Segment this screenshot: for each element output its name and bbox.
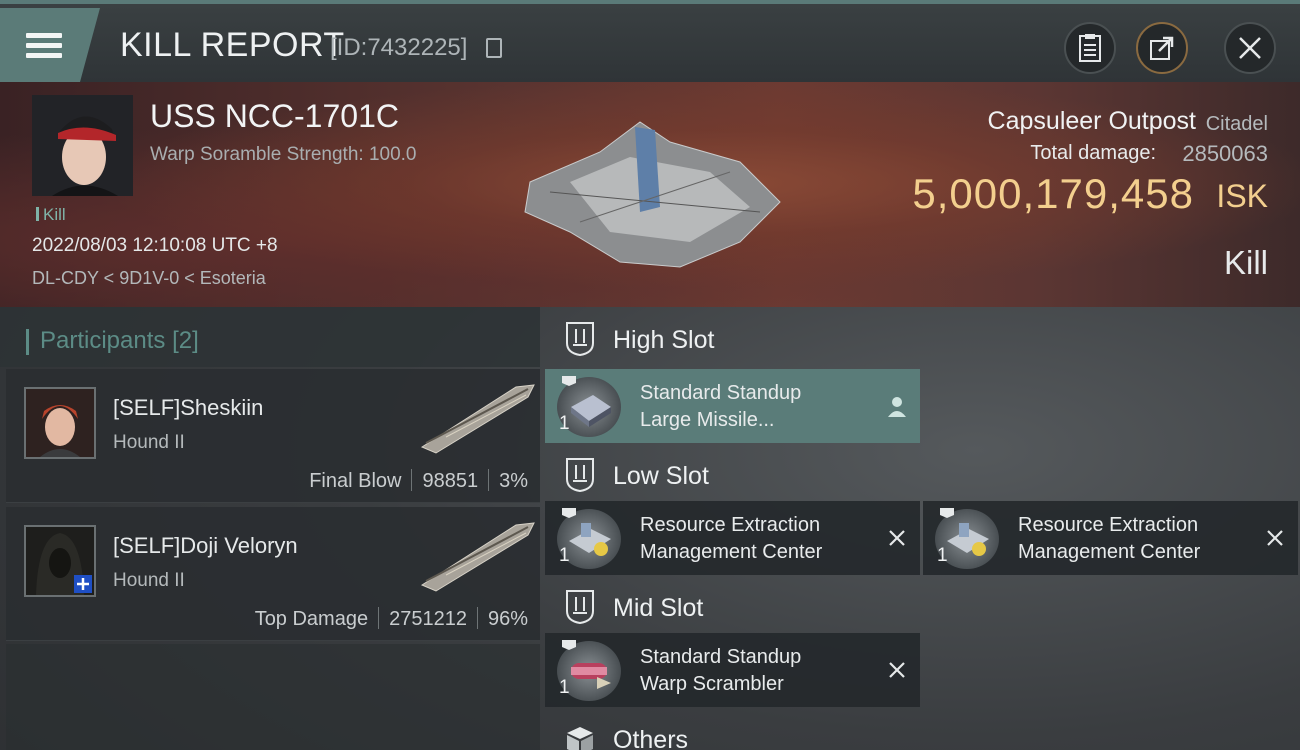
ship-image [420,522,535,592]
module-name: Standard Standup Warp Scrambler [640,646,802,695]
module-item[interactable]: 1 Resource Extraction Management Center [545,501,920,575]
avatar [24,387,96,459]
participant-ship: Hound II [113,432,185,453]
low-slot-icon [566,458,594,493]
close-icon[interactable] [884,657,910,683]
isk-value: 5,000,179,458 [912,170,1194,217]
person-icon[interactable] [884,393,910,419]
top-bar: KILL REPORT [ID:7432225] [0,0,1300,82]
ship-image [420,384,535,454]
fitting-panel: High Slot 1 Standard Standup Large Missil… [545,307,1300,750]
tech-badge-icon [562,640,576,650]
high-slot-label: High Slot [613,326,715,354]
participant-stats: Final Blow 98851 3% [309,469,528,493]
participant-ship: Hound II [113,570,185,591]
structure-image [524,121,781,268]
clipboard-button[interactable] [1064,22,1116,74]
close-icon[interactable] [884,525,910,551]
module-item[interactable]: 1 Standard Standup Warp Scrambler [545,633,920,707]
participant-row[interactable]: [SELF]Doji Veloryn Hound II Top Damage 27… [6,507,540,641]
tech-badge-icon [940,508,954,518]
high-slot-header: High Slot [545,307,1300,369]
module-count: 1 [937,545,948,566]
mid-slot-header: Mid Slot [545,575,1300,637]
share-icon [1150,36,1174,60]
participant-stats: Top Damage 2751212 96% [255,607,528,631]
victim-ship-name: USS NCC-1701C [150,98,399,134]
pilot-avatar [32,95,133,196]
module-count: 1 [559,677,570,698]
mid-slot-icon [566,590,594,625]
low-slot-header: Low Slot [545,443,1300,505]
high-slot-icon [566,322,594,357]
participant-percent: 3% [499,470,528,492]
participant-row[interactable]: [SELF]Sheskiin Hound II Final Blow 98851 3… [6,369,540,503]
report-id: [ID:7432225] [330,34,468,61]
kill-location[interactable]: DL-CDY < 9D1V-0 < Esoteria [32,268,266,289]
participants-header: Participants [2] [0,307,540,367]
copy-id-icon[interactable] [486,38,502,58]
scramble-strength: Warp Soramble Strength: 100.0 [150,144,417,165]
module-name: Resource Extraction Management Center [640,514,823,563]
victim-portrait[interactable] [32,95,133,196]
structure-type: Citadel [1205,113,1268,135]
low-slot-label: Low Slot [613,462,709,490]
close-icon[interactable] [1262,525,1288,551]
module-count: 1 [559,413,570,434]
total-damage-label: Total damage: [1030,142,1156,164]
avatar [24,525,96,597]
isk-unit: ISK [1216,178,1268,214]
participants-panel: Participants [2] [SELF]Sheskiin Hound II… [0,307,540,750]
participant-percent: 96% [487,608,528,630]
module-name: Standard Standup Large Missile... [640,382,802,431]
total-damage-value: 2850063 [1182,141,1268,166]
module-name: Resource Extraction Management Center [1018,514,1201,563]
share-button[interactable] [1136,22,1188,74]
tech-badge-icon [562,376,576,386]
kill-datetime: 2022/08/03 12:10:08 UTC +8 [32,235,278,256]
participant-name: [SELF]Doji Veloryn [113,533,298,558]
participants-label: Participants [2] [26,327,199,355]
participant-role: Final Blow [309,470,402,492]
mid-slot-label: Mid Slot [613,594,704,622]
close-icon [1239,37,1261,59]
others-header: Others [545,707,1300,750]
participant-damage: 98851 [422,470,479,492]
hamburger-icon [26,28,62,63]
empty-participant-slot [6,644,540,750]
tech-badge-icon [562,508,576,518]
structure-name: Capsuleer Outpost [987,107,1196,135]
page-title: KILL REPORT [120,26,345,64]
module-count: 1 [559,545,570,566]
module-item[interactable]: 1 Resource Extraction Management Center [923,501,1298,575]
participant-damage: 2751212 [389,608,467,630]
close-button[interactable] [1224,22,1276,74]
module-item[interactable]: 1 Standard Standup Large Missile... [545,369,920,443]
cube-icon [567,727,593,750]
kill-tag: Kill [36,205,66,225]
participant-name: [SELF]Sheskiin [113,395,264,420]
menu-button[interactable] [0,8,100,82]
participant-role: Top Damage [254,608,369,630]
clipboard-icon [1079,34,1101,62]
result-label: Kill [1223,244,1268,281]
others-label: Others [613,726,689,750]
